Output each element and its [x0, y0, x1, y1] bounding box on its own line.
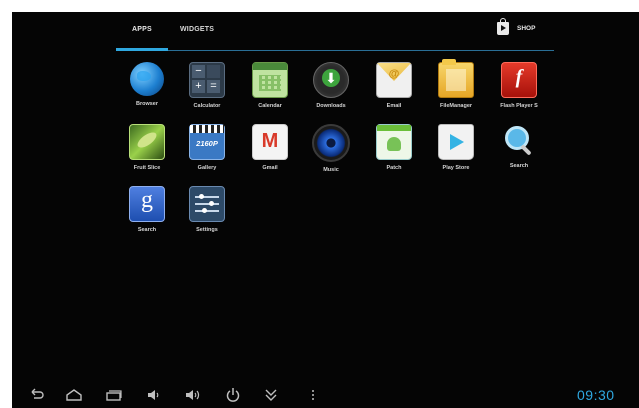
patch-icon	[376, 124, 412, 160]
play-store-icon	[438, 124, 474, 160]
app-label: Calculator	[193, 103, 221, 109]
volume-down-icon	[148, 390, 159, 400]
app-label: Search	[137, 227, 157, 233]
tab-divider	[116, 50, 554, 51]
app-label: Email	[386, 103, 402, 109]
calendar-icon	[252, 62, 288, 98]
volume-up-icon	[186, 390, 200, 400]
music-icon	[312, 124, 350, 162]
browser-icon	[130, 62, 164, 96]
file-manager-icon	[438, 59, 474, 98]
app-label: Search	[509, 163, 529, 169]
status-clock: 09:30	[577, 387, 615, 403]
tab-apps[interactable]: APPS	[132, 26, 152, 33]
app-label: Fruit Slice	[133, 165, 161, 171]
app-music[interactable]: Music	[300, 124, 362, 173]
volume-up-button[interactable]	[184, 386, 202, 404]
google-search-icon	[129, 186, 165, 222]
home-icon	[66, 389, 82, 401]
app-settings[interactable]: Settings	[176, 186, 238, 233]
app-label: Play Store	[442, 165, 470, 171]
app-label: Patch	[386, 165, 402, 171]
power-icon	[226, 388, 240, 402]
app-flash-player[interactable]: Flash Player S	[488, 62, 550, 109]
app-search[interactable]: Search	[488, 124, 550, 169]
home-button[interactable]	[65, 386, 83, 404]
app-label: Downloads	[316, 103, 346, 109]
settings-icon	[189, 186, 225, 222]
downloads-icon	[313, 62, 349, 98]
system-navigation-bar: 09:30	[12, 384, 639, 408]
fruit-slice-icon	[129, 124, 165, 160]
gallery-icon	[189, 124, 225, 160]
app-calendar[interactable]: Calendar	[239, 62, 301, 109]
gmail-icon	[252, 124, 288, 160]
calculator-icon: − + =	[189, 62, 225, 98]
app-label: Calendar	[258, 103, 282, 109]
recent-apps-button[interactable]	[105, 386, 123, 404]
power-button[interactable]	[224, 386, 242, 404]
shopping-bag-icon	[497, 18, 509, 35]
overflow-menu-icon	[312, 390, 314, 400]
double-chevron-down-icon	[265, 389, 277, 401]
app-downloads[interactable]: Downloads	[300, 62, 362, 109]
app-label: Gmail	[262, 165, 278, 171]
app-google-search[interactable]: Search	[116, 186, 178, 233]
back-icon	[31, 388, 44, 399]
app-fruit-slice[interactable]: Fruit Slice	[116, 124, 178, 171]
email-icon	[376, 62, 412, 98]
app-file-manager[interactable]: FileManager	[425, 59, 487, 109]
app-calculator[interactable]: − + = Calculator	[176, 62, 238, 109]
volume-down-button[interactable]	[145, 386, 163, 404]
app-play-store[interactable]: Play Store	[425, 124, 487, 171]
tab-selected-indicator	[116, 48, 168, 51]
tab-widgets[interactable]: WIDGETS	[180, 26, 214, 33]
app-label: Flash Player S	[500, 103, 538, 109]
app-label: Music	[323, 167, 339, 173]
back-button[interactable]	[28, 386, 46, 404]
app-label: Browser	[135, 101, 158, 107]
app-gmail[interactable]: Gmail	[239, 124, 301, 171]
notification-shade-button[interactable]	[262, 386, 280, 404]
search-icon	[502, 124, 536, 158]
shop-label: SHOP	[517, 25, 536, 32]
app-gallery[interactable]: Gallery	[176, 124, 238, 171]
menu-button[interactable]	[304, 386, 322, 404]
app-email[interactable]: Email	[363, 62, 425, 109]
flash-player-icon	[501, 62, 537, 98]
app-browser[interactable]: Browser	[116, 62, 178, 107]
app-label: FileManager	[439, 103, 473, 109]
launcher-screen: APPS WIDGETS SHOP Browser − + = Calculat…	[12, 12, 639, 408]
app-patch[interactable]: Patch	[363, 124, 425, 171]
recent-apps-icon	[106, 390, 122, 401]
app-label: Gallery	[197, 165, 217, 171]
app-label: Settings	[196, 227, 218, 233]
launcher-tab-bar: APPS WIDGETS SHOP	[112, 18, 554, 52]
